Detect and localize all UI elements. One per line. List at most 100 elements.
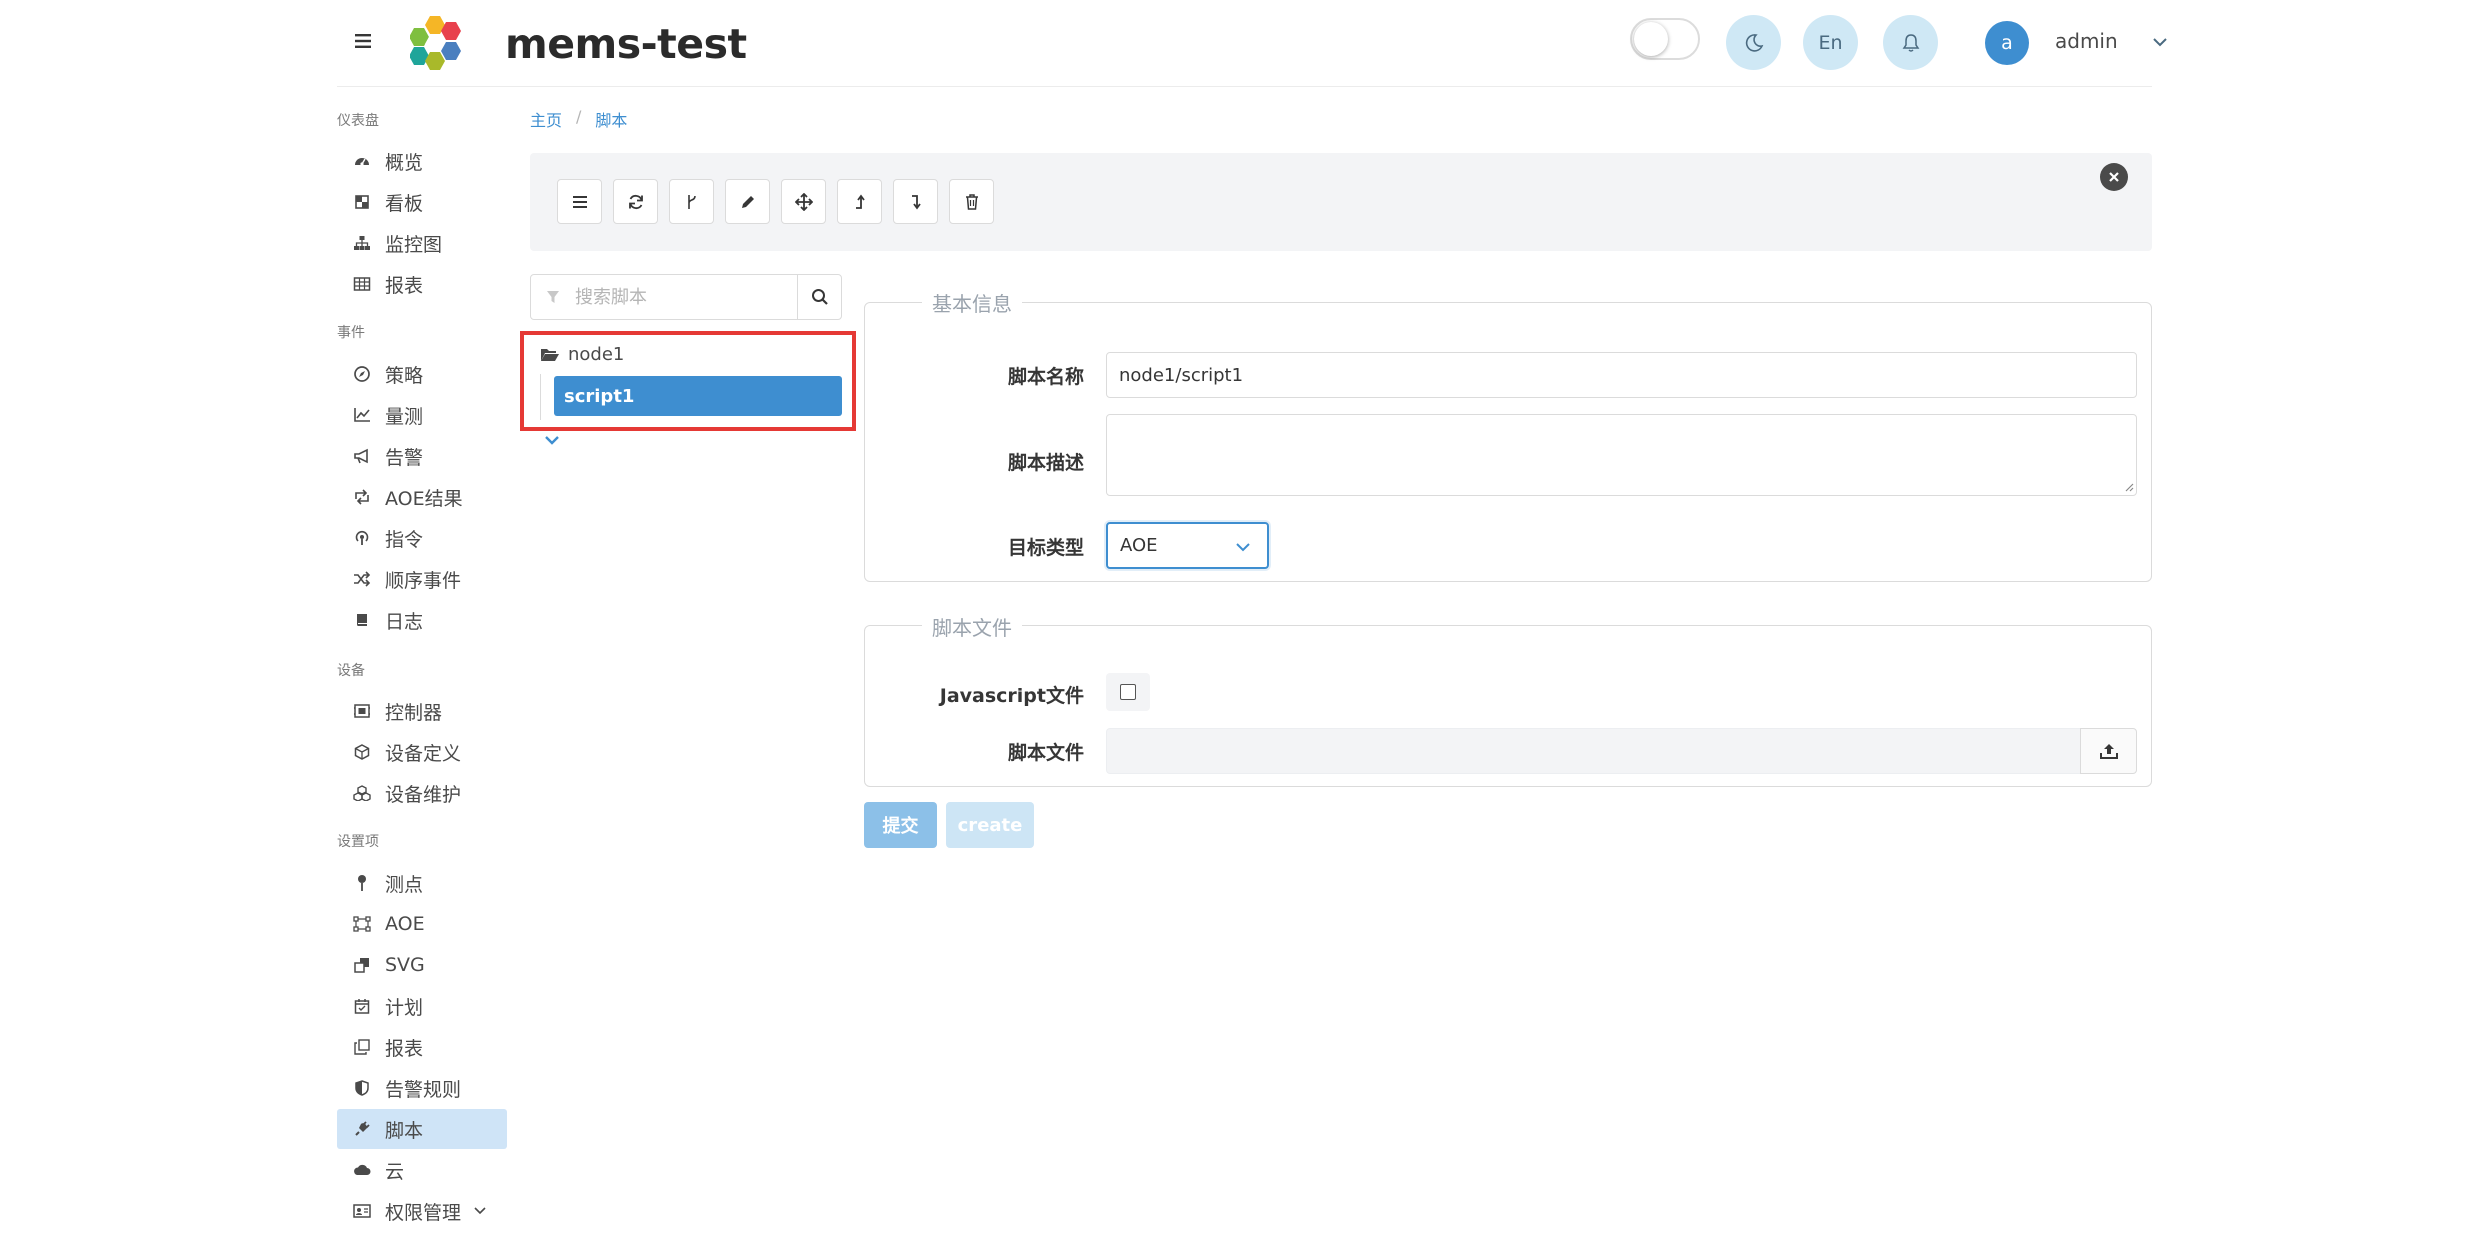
refresh-button[interactable] [613,179,658,224]
search-button[interactable] [797,274,842,320]
search-icon [811,288,829,306]
sidebar-item-label: 脚本 [385,1119,424,1142]
sitemap-icon [351,232,373,254]
sidebar-item-label: 看板 [385,192,424,215]
sidebar-item-cloud[interactable]: 云 [337,1150,507,1190]
sidebar-item-label: 指令 [385,528,424,551]
sidebar-item-label: 测点 [385,873,424,896]
sidebar-item-plan[interactable]: 计划 [337,986,507,1026]
sidebar-item-label: 报表 [385,1037,424,1060]
avatar[interactable]: a [1985,21,2029,65]
list-button[interactable] [557,179,602,224]
sidebar-item-label: 策略 [385,364,424,387]
sidebar-item-label: AOE结果 [385,487,463,510]
breadcrumb-current[interactable]: 脚本 [595,107,627,131]
resize-handle-icon[interactable] [2124,482,2134,492]
branch-button[interactable] [669,179,714,224]
edit-button[interactable] [725,179,770,224]
move-button[interactable] [781,179,826,224]
toolbar [530,153,2152,251]
chevron-down-icon [473,1206,487,1216]
refresh-icon [628,194,644,210]
folder-open-icon [540,347,560,363]
filter-icon [545,289,561,305]
chevron-down-icon [1235,542,1251,552]
submit-button[interactable]: 提交 [864,802,937,848]
user-name[interactable]: admin [2055,29,2118,53]
target-type-select[interactable]: AOE [1106,522,1269,569]
map-pin-icon [351,872,373,894]
sidebar-item-point[interactable]: 测点 [337,863,507,903]
sidebar-item-overview[interactable]: 概览 [337,141,507,181]
bell-icon [1901,33,1921,53]
sidebar-item-label: 控制器 [385,701,443,724]
sidebar-item-measurement[interactable]: 量测 [337,395,507,435]
cube-icon [351,741,373,763]
sidebar-item-label: 设备定义 [385,742,462,765]
sidebar-item-label: 量测 [385,405,424,428]
sidebar-item-report[interactable]: 报表 [337,264,507,304]
sidebar-item-label: SVG [385,954,425,976]
sidebar-item-report-settings[interactable]: 报表 [337,1027,507,1067]
script-desc-label: 脚本描述 [1007,452,1084,474]
board-icon [351,191,373,213]
dark-mode-button[interactable] [1726,15,1781,70]
table-icon [351,273,373,295]
theme-toggle[interactable] [1630,18,1700,60]
move-up-button[interactable] [837,179,882,224]
sidebar-item-aoe[interactable]: AOE [337,904,507,944]
sidebar-item-label: 权限管理 [385,1201,462,1224]
create-button[interactable]: create [946,802,1034,848]
sidebar-item-label: 监控图 [385,233,443,256]
notifications-button[interactable] [1883,15,1938,70]
javascript-checkbox[interactable] [1120,684,1136,700]
script-file-legend: 脚本文件 [922,612,1022,641]
sidebar-item-command[interactable]: 指令 [337,518,507,558]
sidebar-item-alarm[interactable]: 告警 [337,436,507,476]
sidebar-item-permissions[interactable]: 权限管理 [337,1191,507,1231]
upload-button[interactable] [2080,728,2137,774]
tree-folder-node1[interactable]: node1 [540,344,624,365]
sidebar-item-svg[interactable]: SVG [337,945,507,985]
script-desc-input[interactable] [1106,414,2137,496]
target-type-label: 目标类型 [1007,537,1084,559]
sidebar-item-log[interactable]: 日志 [337,600,507,640]
language-button[interactable]: En [1803,15,1858,70]
clone-icon [351,954,373,976]
dashboard-icon [351,150,373,172]
sidebar-item-strategy[interactable]: 策略 [337,354,507,394]
sidebar-item-monitor-diagram[interactable]: 监控图 [337,223,507,263]
move-icon [794,192,813,211]
search-input[interactable] [575,275,790,319]
sidebar-item-board[interactable]: 看板 [337,182,507,222]
sidebar-item-alarm-rules[interactable]: 告警规则 [337,1068,507,1108]
script-name-input[interactable] [1106,352,2137,398]
hamburger-menu-icon[interactable] [353,30,375,52]
chevron-down-icon[interactable] [2152,36,2168,48]
branch-icon [685,193,699,211]
breadcrumb-home[interactable]: 主页 [530,107,562,131]
sidebar-item-sequence-event[interactable]: 顺序事件 [337,559,507,599]
sidebar-item-aoe-result[interactable]: AOE结果 [337,477,507,517]
sidebar-item-script[interactable]: 脚本 [337,1109,507,1149]
close-icon [2108,171,2120,183]
vector-icon [351,913,373,935]
tree-guide-line [540,374,541,420]
javascript-file-label: Javascript文件 [939,685,1084,707]
delete-button[interactable] [949,179,994,224]
sidebar-item-device-maintenance[interactable]: 设备维护 [337,773,507,813]
chart-line-icon [351,404,373,426]
close-button[interactable] [2100,163,2128,191]
sidebar-item-label: 日志 [385,610,424,633]
move-down-button[interactable] [893,179,938,224]
list-icon [572,195,588,209]
cubes-icon [351,782,373,804]
script-file-label: 脚本文件 [1007,742,1084,764]
sidebar-item-controller[interactable]: 控制器 [337,691,507,731]
sidebar-item-device-definition[interactable]: 设备定义 [337,732,507,772]
basic-info-legend: 基本信息 [922,288,1022,317]
tree-item-script1[interactable]: script1 [554,376,842,416]
chevron-down-icon[interactable] [544,434,560,446]
script-file-path[interactable] [1106,728,2081,774]
sidebar-item-label: 报表 [385,274,424,297]
